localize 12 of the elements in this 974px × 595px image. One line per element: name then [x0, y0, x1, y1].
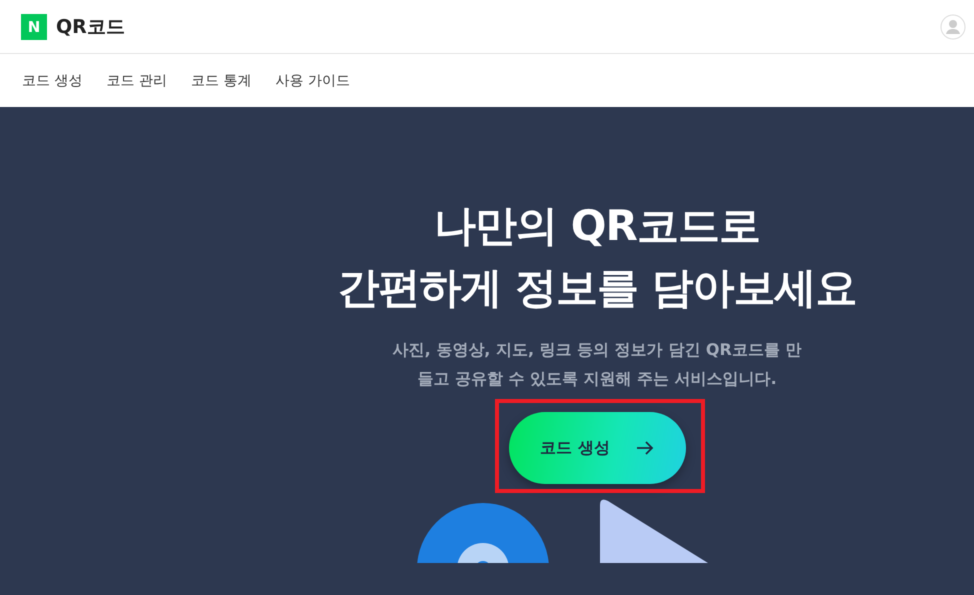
service-title: QR코드 — [56, 14, 125, 40]
hero-title: 나만의 QR코드로 — [434, 200, 760, 252]
logo-icon: N — [21, 14, 47, 40]
nav-link[interactable]: 코드 생성 — [22, 72, 82, 90]
arrow-right-icon — [636, 441, 654, 455]
nav-link[interactable]: 사용 가이드 — [275, 72, 350, 90]
hero-description: 사진, 동영상, 지도, 링크 등의 정보가 담긴 QR코드를 만들고 공유할 수 있도록 지원해 주는 서비스입니다. — [392, 339, 802, 390]
nav-link[interactable]: 코드 관리 — [106, 72, 167, 90]
create-code-button[interactable]: 코드 생성 — [508, 412, 686, 484]
hero-title: 간편하게 정보를 담아보세요 — [337, 262, 857, 314]
user-avatar-icon[interactable] — [940, 14, 966, 40]
nav-link[interactable]: 코드 통계 — [190, 72, 252, 90]
